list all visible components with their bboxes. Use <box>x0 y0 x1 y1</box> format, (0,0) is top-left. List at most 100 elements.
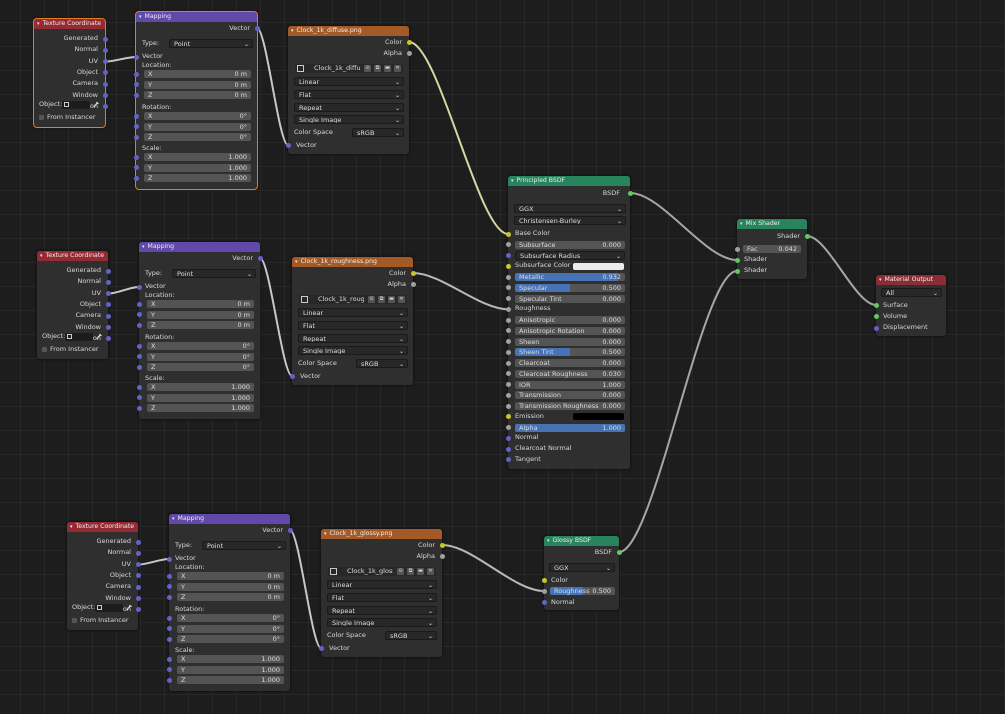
projection-dropdown[interactable]: Flat ⌄ <box>298 320 408 330</box>
mix-shader-header[interactable]: ▾ Mix Shader <box>737 219 807 229</box>
input-socket-location[interactable] <box>133 82 139 87</box>
node-link-9[interactable] <box>629 192 738 261</box>
input-socket-clearcoat-normal[interactable] <box>505 446 511 452</box>
image-selector[interactable]: Clock_1k_diffuse... ⊙⧉▬✕ <box>295 64 403 73</box>
image-selector[interactable]: Clock_1k_glossy.... ⊙⧉▬✕ <box>328 567 436 576</box>
image-texture-header[interactable]: ▾ Clock_1k_roughness.png <box>292 257 413 267</box>
input-socket-alpha[interactable] <box>505 425 511 430</box>
rotation-y-field[interactable]: Y 0° <box>147 352 254 361</box>
texture-coordinate-header[interactable]: ▾ Texture Coordinate <box>37 251 108 261</box>
duplicate-icon[interactable]: ⧉ <box>378 296 385 303</box>
roughness-field[interactable]: Roughness 0.500 <box>550 587 615 595</box>
input-socket-location[interactable] <box>166 573 172 579</box>
input-socket-displacement[interactable] <box>873 325 879 331</box>
input-socket-scale[interactable] <box>133 175 139 181</box>
scale-z-field[interactable]: Z 1.000 <box>147 404 254 412</box>
output-socket-vector[interactable] <box>287 527 293 533</box>
node-link-10[interactable] <box>618 270 738 553</box>
input-socket-specular[interactable] <box>505 285 511 291</box>
close-icon[interactable]: ✕ <box>427 568 434 575</box>
from-instancer-checkbox[interactable]: From Instancer <box>72 616 129 625</box>
input-socket-vector[interactable] <box>166 556 172 562</box>
principled-bsdf-node[interactable]: ▾ Principled BSDF BSDF GGX ⌄ Christensen-Burl… <box>505 176 633 469</box>
input-socket-anisotropic-rotation[interactable] <box>505 328 511 334</box>
extension-dropdown[interactable]: Repeat ⌄ <box>327 605 437 615</box>
collapse-arrow-icon[interactable]: ▾ <box>295 257 298 267</box>
output-socket-color[interactable] <box>439 542 445 548</box>
collapse-arrow-icon[interactable]: ▾ <box>740 219 743 229</box>
input-socket-tangent[interactable] <box>505 457 511 463</box>
input-socket-location[interactable] <box>166 584 172 589</box>
input-socket-shader-2[interactable] <box>734 268 740 274</box>
sheen-tint-field[interactable]: Sheen Tint 0.500 <box>515 348 625 357</box>
object-field[interactable] <box>62 101 90 109</box>
material-output-header[interactable]: ▾ Material Output <box>876 275 946 285</box>
checkbox[interactable] <box>39 114 44 120</box>
rotation-x-field[interactable]: X 0° <box>177 614 284 622</box>
collapse-arrow-icon[interactable]: ▾ <box>172 514 175 524</box>
anisotropic-rotation-field[interactable]: Anisotropic Rotation 0.000 <box>515 326 625 335</box>
scale-y-field[interactable]: Y 1.000 <box>147 393 254 402</box>
output-socket-bsdf[interactable] <box>627 190 633 196</box>
output-socket-alpha[interactable] <box>439 553 445 559</box>
output-socket-alpha[interactable] <box>406 50 412 56</box>
image-icon[interactable] <box>330 568 337 575</box>
eyedropper-icon[interactable] <box>96 333 102 340</box>
input-socket-emission[interactable] <box>505 414 511 420</box>
ior-field[interactable]: IOR 1.000 <box>515 380 625 389</box>
from-instancer-checkbox[interactable]: From Instancer <box>42 345 99 354</box>
mapping-header[interactable]: ▾ Mapping <box>136 12 257 22</box>
input-socket-rotation[interactable] <box>166 636 172 642</box>
output-socket-object[interactable] <box>102 70 108 76</box>
scale-y-field[interactable]: Y 1.000 <box>177 665 284 674</box>
input-socket-sheen-tint[interactable] <box>505 349 511 355</box>
output-socket-bsdf[interactable] <box>616 549 622 555</box>
node-link-4[interactable] <box>259 257 293 377</box>
location-z-field[interactable]: Z 0 m <box>144 91 251 99</box>
emission-color-swatch[interactable] <box>573 413 624 421</box>
input-socket-vector[interactable] <box>133 54 139 60</box>
node-link-8[interactable] <box>441 544 545 592</box>
mapping-node-3[interactable]: ▾ Mapping Vector Type: Point ⌄ Vector Location:… <box>166 514 293 691</box>
collapse-arrow-icon[interactable]: ▾ <box>547 536 550 546</box>
source-dropdown[interactable]: Single Image ⌄ <box>298 346 408 356</box>
rotation-y-field[interactable]: Y 0° <box>177 624 284 633</box>
output-socket-shader[interactable] <box>804 233 810 239</box>
output-socket-vector[interactable] <box>254 25 260 31</box>
input-socket-subsurface-radius[interactable] <box>505 253 511 258</box>
output-socket-normal[interactable] <box>135 550 141 556</box>
input-socket-scale[interactable] <box>166 677 172 683</box>
image-filename[interactable]: Clock_1k_roughn... <box>318 295 364 304</box>
eyedropper-icon[interactable] <box>93 101 99 108</box>
projection-dropdown[interactable]: Flat ⌄ <box>327 592 437 602</box>
output-socket-object[interactable] <box>105 302 111 308</box>
scale-x-field[interactable]: X 1.000 <box>144 153 251 161</box>
folder-icon[interactable]: ▬ <box>384 65 391 72</box>
input-socket-fac[interactable] <box>734 246 740 252</box>
scale-z-field[interactable]: Z 1.000 <box>177 676 284 684</box>
target-dropdown[interactable]: All ⌄ <box>881 288 942 297</box>
input-socket-scale[interactable] <box>133 154 139 160</box>
subsurface-method-dropdown[interactable]: Christensen-Burley ⌄ <box>514 216 626 225</box>
node-link-6[interactable] <box>137 558 170 566</box>
color-space-dropdown[interactable]: sRGB ⌄ <box>356 359 408 368</box>
projection-dropdown[interactable]: Flat ⌄ <box>294 89 404 99</box>
input-socket-anisotropic[interactable] <box>505 317 511 323</box>
close-icon[interactable]: ✕ <box>398 296 405 303</box>
image-filename[interactable]: Clock_1k_diffuse... <box>314 64 360 73</box>
location-y-field[interactable]: Y 0 m <box>177 582 284 591</box>
duplicate-icon[interactable]: ⧉ <box>407 568 414 575</box>
input-socket-rotation[interactable] <box>136 343 142 349</box>
rotation-x-field[interactable]: X 0° <box>144 112 251 120</box>
input-socket-base-color[interactable] <box>505 231 511 237</box>
input-socket-rotation[interactable] <box>166 626 172 631</box>
input-socket-location[interactable] <box>166 594 172 600</box>
glossy-bsdf-node[interactable]: ▾ Glossy BSDF BSDF GGX ⌄ Color Roughness 0.500 N… <box>541 536 622 610</box>
output-socket-uv[interactable] <box>105 291 111 297</box>
interpolation-dropdown[interactable]: Linear ⌄ <box>294 77 404 86</box>
extension-dropdown[interactable]: Repeat ⌄ <box>298 333 408 343</box>
rotation-z-field[interactable]: Z 0° <box>177 635 284 643</box>
clearcoat-roughness-field[interactable]: Clearcoat Roughness 0.030 <box>515 369 625 378</box>
input-socket-scale[interactable] <box>136 384 142 390</box>
input-socket-scale[interactable] <box>136 405 142 411</box>
